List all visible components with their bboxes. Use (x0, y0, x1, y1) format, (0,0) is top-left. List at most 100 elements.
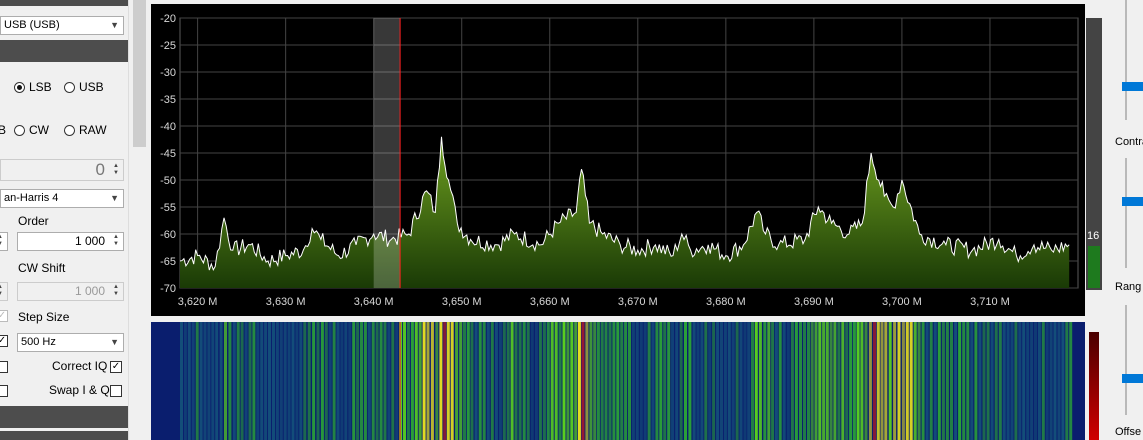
order-stepper[interactable]: 1 000 ▲ ▼ (17, 232, 124, 251)
waterfall-band (751, 322, 754, 440)
zoom-slider-thumb[interactable] (1122, 82, 1143, 91)
waterfall-band (268, 322, 271, 440)
waterfall-band (1057, 322, 1061, 440)
range-slider-track[interactable] (1125, 305, 1127, 415)
waterfall-band (474, 322, 478, 440)
waterfall-band (574, 322, 578, 440)
spin-arrows-icon[interactable]: ▲▼ (0, 284, 6, 299)
waterfall-band (494, 322, 498, 440)
spin-arrows-icon[interactable]: ▲▼ (110, 284, 122, 299)
waterfall-band (287, 322, 291, 440)
waterfall-band (232, 322, 236, 440)
waterfall-band (320, 322, 324, 440)
range-slider-thumb[interactable] (1122, 374, 1143, 383)
waterfall-band (688, 322, 692, 440)
contrast-slider-thumb[interactable] (1122, 197, 1143, 206)
radio-cw[interactable]: CW (14, 123, 49, 137)
waterfall-band (917, 322, 921, 440)
filter-audio-checkbox[interactable] (0, 385, 8, 397)
y-tick-label: -70 (160, 283, 176, 295)
waterfall-band (864, 322, 868, 440)
swap-iq-checkbox[interactable] (110, 385, 122, 397)
correct-iq-checkbox[interactable]: ✓ (110, 361, 122, 373)
waterfall-band (1065, 322, 1069, 440)
filter-bw-stepper[interactable]: ▲▼ (0, 232, 8, 251)
waterfall-band (502, 322, 506, 440)
waterfall-band (663, 322, 667, 440)
spin-arrows-icon[interactable]: ▲▼ (110, 234, 122, 249)
scrollbar-thumb[interactable] (133, 0, 146, 147)
waterfall-band (435, 322, 439, 440)
step-size-combo[interactable]: 500 Hz ▼ (17, 333, 124, 352)
cw-shift-stepper[interactable]: 1 000 ▲ ▼ (17, 282, 124, 301)
left-settings-panel: USB (USB) ▼ LSB USB B CW RAW 0 ▲ ▼ an-Har… (0, 0, 128, 440)
waterfall-band (570, 322, 574, 440)
waterfall-band (825, 322, 829, 440)
waterfall-band (554, 322, 558, 440)
waterfall-band (807, 322, 810, 440)
waterfall-band (256, 322, 260, 440)
spectrum-analyzer[interactable]: -20 -25 -30 -35 -40 -45 -50 -55 -60 -65 -70 3,620 … (151, 4, 1085, 316)
waterfall-band (332, 322, 336, 440)
waterfall-band (810, 322, 814, 440)
waterfall-band (399, 322, 403, 440)
radio-usb[interactable]: USB (64, 80, 104, 94)
lock-carrier-checkbox[interactable]: ✓ (0, 335, 8, 347)
snap-checkbox[interactable]: ✓ (0, 310, 8, 322)
chevron-down-icon: ▼ (110, 193, 119, 203)
radio-raw-label: RAW (79, 123, 107, 137)
waterfall-band (486, 322, 490, 440)
waterfall-band (522, 322, 526, 440)
y-axis-labels: -20 -25 -30 -35 -40 -45 -50 -55 -60 -65 -70 (160, 13, 176, 295)
radio-lsb[interactable]: LSB (14, 80, 52, 94)
waterfall-band (893, 322, 897, 440)
waterfall-band (841, 322, 845, 440)
waterfall-band (426, 322, 430, 440)
mode-combo[interactable]: USB (USB) ▼ (0, 16, 124, 35)
waterfall-band (897, 322, 901, 440)
waterfall-band (240, 322, 244, 440)
waterfall-band (860, 322, 864, 440)
waterfall-band (1018, 322, 1022, 440)
waterfall-band (299, 322, 303, 440)
window-combo[interactable]: an-Harris 4 ▼ (0, 189, 124, 208)
waterfall-band (921, 322, 925, 440)
contrast-slider-track[interactable] (1125, 158, 1127, 268)
radio-dsb[interactable]: B (0, 123, 6, 137)
section-header-3 (0, 406, 128, 428)
waterfall-band (360, 322, 363, 440)
shift-stepper[interactable]: 0 ▲ ▼ (0, 159, 124, 181)
waterfall-band (558, 322, 562, 440)
waterfall-band (786, 322, 790, 440)
squelch-stepper[interactable]: ▲▼ (0, 282, 8, 301)
x-tick-label: 3,680 M (706, 296, 746, 308)
waterfall-band (490, 322, 494, 440)
spin-arrows-icon[interactable]: ▲▼ (110, 163, 122, 178)
waterfall-band (534, 322, 538, 440)
waterfall-band (526, 322, 530, 440)
filter-selection[interactable] (373, 18, 401, 288)
waterfall-band (954, 322, 958, 440)
waterfall-band (418, 322, 422, 440)
waterfall-display[interactable] (151, 322, 1085, 440)
fm-stereo-checkbox[interactable] (0, 361, 8, 373)
waterfall-band (929, 322, 933, 440)
radio-usb-label: USB (79, 80, 104, 94)
waterfall-band (716, 322, 720, 440)
section-header-2 (0, 40, 128, 62)
radio-checked-icon (14, 82, 25, 93)
waterfall-band (655, 322, 659, 440)
waterfall-band (1037, 322, 1041, 440)
waterfall-band (379, 322, 383, 440)
radio-raw[interactable]: RAW (64, 123, 107, 137)
waterfall-band (199, 322, 203, 440)
waterfall-band (336, 322, 340, 440)
waterfall-band (684, 322, 687, 440)
spectrum-area (180, 136, 1070, 288)
signal-level-meter (1086, 18, 1102, 290)
zoom-slider-track[interactable] (1125, 0, 1127, 120)
x-tick-label: 3,670 M (618, 296, 658, 308)
waterfall-band (782, 322, 786, 440)
waterfall-band (639, 322, 643, 440)
spin-arrows-icon[interactable]: ▲▼ (0, 234, 6, 249)
